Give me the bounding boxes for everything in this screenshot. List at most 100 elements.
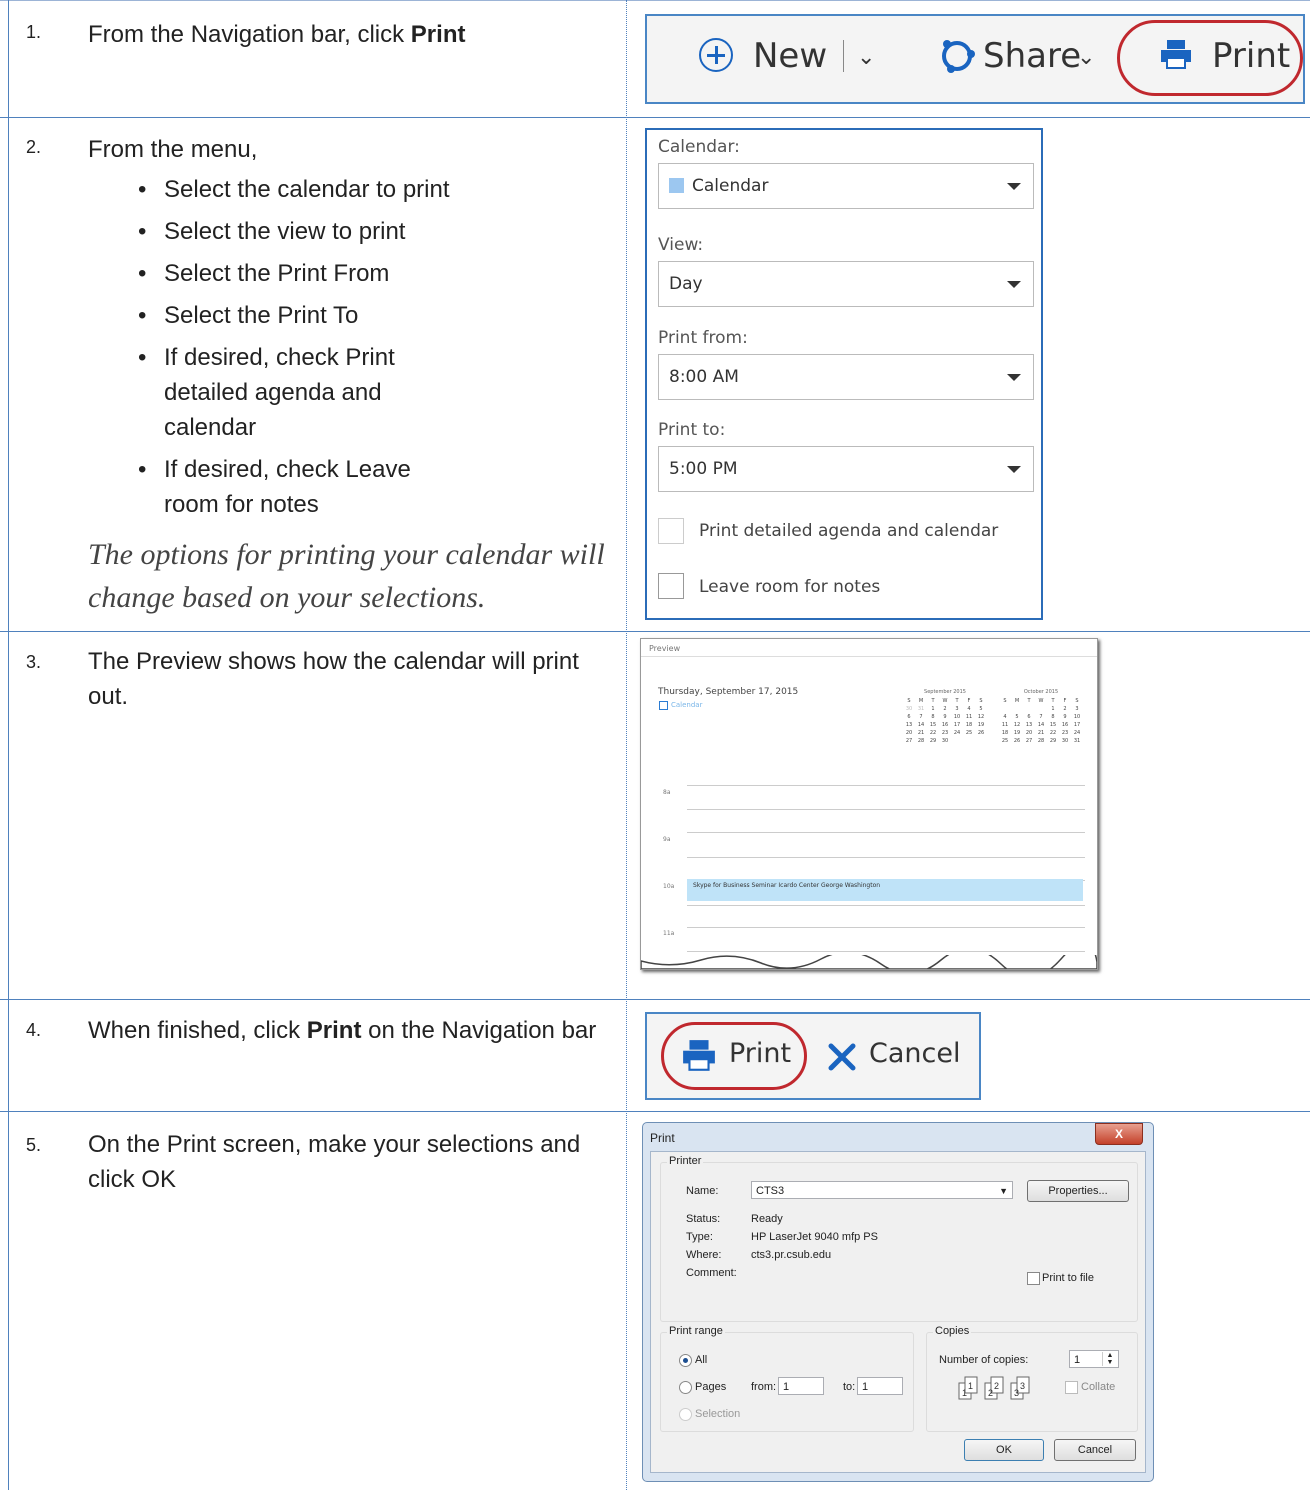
name-label: Name: [686,1185,719,1197]
hour-label: 9a [663,836,671,843]
spinner-arrows-icon[interactable]: ▲ ▼ [1102,1352,1117,1366]
table-left-border [8,0,9,1490]
day-cell [975,737,987,745]
day-cell: 16 [1061,722,1069,728]
close-icon[interactable] [827,1042,857,1072]
step-5-text: On the Print screen, make your selection… [88,1131,581,1193]
print-dialog: Print X Printer Name: CTS3 ▼ Properties.… [642,1122,1154,1482]
weekday-header: W [942,698,948,704]
dropdown-caret-icon [1007,374,1021,381]
day-cell: 17 [953,722,961,728]
day-cell: 28 [917,738,925,744]
svg-text:1: 1 [962,1388,967,1398]
dialog-body: Printer Name: CTS3 ▼ Properties... Statu… [650,1151,1146,1473]
day-cell: 4 [1003,714,1007,720]
selection-radio[interactable] [679,1408,692,1421]
ok-button[interactable]: OK [964,1439,1044,1461]
step-2-intro: From the menu, [88,136,258,163]
print-preview: Preview Thursday, September 17, 2015 Cal… [640,638,1098,970]
hour-line [687,927,1085,928]
day-cell: 26 [1013,738,1021,744]
from-label: from: [751,1381,777,1393]
leave-room-checkbox[interactable] [658,573,684,599]
calendar-dropdown[interactable]: Calendar [658,163,1034,209]
hour-line [687,785,1085,786]
dropdown-caret-icon: ▼ [999,1186,1008,1196]
day-cell: 19 [977,722,985,728]
properties-button[interactable]: Properties... [1027,1180,1129,1202]
day-cell: 19 [1013,730,1021,736]
day-cell: 1 [931,706,935,712]
day-cell: 29 [929,738,937,744]
all-radio[interactable] [679,1354,692,1367]
cancel-button[interactable]: Cancel [869,1038,960,1069]
to-page-input[interactable]: 1 [857,1377,903,1395]
day-cell [963,737,975,745]
day-cell: 9 [943,714,947,720]
share-icon[interactable] [937,36,977,76]
print-from-dropdown[interactable]: 8:00 AM [658,354,1034,400]
new-button[interactable]: New [753,36,827,76]
cancel-button[interactable]: Cancel [1054,1439,1136,1461]
pages-radio[interactable] [679,1381,692,1394]
day-cell: 21 [1037,730,1045,736]
weekday-header: T [1051,698,1055,704]
close-button[interactable]: X [1095,1123,1143,1145]
group-title: Print range [667,1325,725,1337]
type-label: Type: [686,1231,713,1243]
day-cell: 12 [1013,722,1021,728]
highlight-circle [1117,20,1303,96]
plus-circle-icon[interactable] [699,38,733,72]
detailed-agenda-checkbox[interactable] [658,518,684,544]
day-cell [1011,705,1023,713]
hour-line [687,832,1085,833]
day-cell: 13 [1025,722,1033,728]
chevron-down-icon[interactable]: ⌄ [857,44,875,70]
copies-value: 1 [1074,1354,1081,1366]
day-cell: 16 [941,722,949,728]
day-cell: 28 [1037,738,1045,744]
bullet-item: Select the Print To [138,298,564,333]
type-value: HP LaserJet 9040 mfp PS [751,1231,878,1243]
weekday-header: S [1003,698,1007,704]
share-button[interactable]: Share [983,36,1081,76]
where-label: Where: [686,1249,722,1261]
day-cell: 7 [919,714,923,720]
day-cell: 26 [977,730,985,736]
day-cell: 8 [931,714,935,720]
bullet-item: If desired, check Leave room for notes [138,452,464,522]
chevron-down-icon[interactable]: ⌄ [1077,44,1095,70]
collate-pages-icon: 11 22 33 [958,1376,1030,1400]
copies-group: Copies Number of copies: 1 ▲ ▼ 11 22 33 C… [926,1325,1138,1432]
calendar-value: Calendar [692,176,769,196]
weekday-header: T [1027,698,1031,704]
copies-input[interactable]: 1 ▲ ▼ [1069,1350,1119,1368]
day-cell: 8 [1051,714,1055,720]
dropdown-caret-icon [1007,281,1021,288]
day-cell: 24 [953,730,961,736]
view-value: Day [669,274,703,294]
day-cell: 14 [1037,722,1045,728]
group-title: Printer [667,1155,704,1167]
printer-name-select[interactable]: CTS3 ▼ [751,1181,1013,1199]
day-cell: 5 [979,706,983,712]
day-cell: 17 [1073,722,1081,728]
day-cell: 12 [977,714,985,720]
print-to-value: 5:00 PM [669,459,738,479]
day-cell: 10 [953,714,961,720]
bullet-item: Select the view to print [138,214,564,249]
view-dropdown[interactable]: Day [658,261,1034,307]
step-number: 4. [26,1020,42,1040]
step-4-text: When finished, click Print on the Naviga… [88,1017,597,1044]
from-page-input[interactable]: 1 [778,1377,824,1395]
group-title: Copies [933,1325,972,1337]
day-cell: 27 [1025,738,1033,744]
collate-checkbox[interactable] [1065,1381,1078,1394]
print-to-dropdown[interactable]: 5:00 PM [658,446,1034,492]
print-options-panel: Calendar: Calendar View: Day Print from:… [645,128,1043,620]
svg-text:3: 3 [1020,1381,1025,1391]
weekday-header: F [1063,698,1067,704]
divider [843,40,844,72]
weekday-header: T [955,698,959,704]
print-to-file-checkbox[interactable] [1027,1272,1040,1285]
